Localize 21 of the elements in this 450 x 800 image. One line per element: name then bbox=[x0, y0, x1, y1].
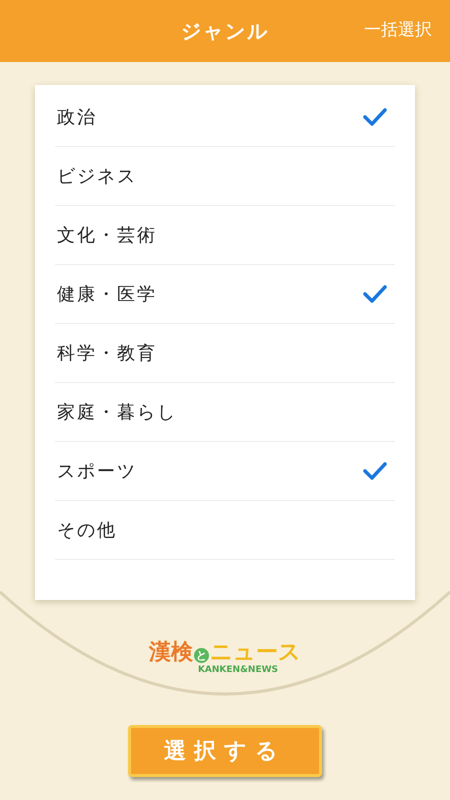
genre-label: 政治 bbox=[56, 106, 97, 129]
screen-title: ジャンル bbox=[181, 18, 269, 44]
genre-label: 文化・芸術 bbox=[56, 224, 157, 247]
logo-text: 漢検 bbox=[149, 642, 193, 664]
logo-text: ニュース bbox=[210, 642, 301, 664]
genre-label: ビジネス bbox=[56, 165, 137, 188]
genre-item[interactable]: 科学・教育 bbox=[55, 324, 395, 383]
genre-item[interactable]: 家庭・暮らし bbox=[55, 383, 395, 442]
genre-item[interactable]: 政治 bbox=[55, 88, 395, 147]
genre-label: 健康・医学 bbox=[56, 283, 157, 306]
genre-item[interactable]: 文化・芸術 bbox=[55, 206, 395, 265]
logo-badge: と bbox=[194, 648, 209, 663]
logo-subtitle: KANKEN&NEWS bbox=[198, 665, 278, 675]
genre-label: 家庭・暮らし bbox=[56, 401, 177, 424]
genre-item[interactable]: その他 bbox=[55, 501, 395, 560]
genre-label: スポーツ bbox=[56, 460, 137, 483]
genre-label: その他 bbox=[56, 519, 117, 542]
genre-label: 科学・教育 bbox=[56, 342, 157, 365]
genre-item[interactable]: ビジネス bbox=[55, 147, 395, 206]
genre-item[interactable]: スポーツ bbox=[55, 442, 395, 501]
genre-item[interactable]: 健康・医学 bbox=[55, 265, 395, 324]
